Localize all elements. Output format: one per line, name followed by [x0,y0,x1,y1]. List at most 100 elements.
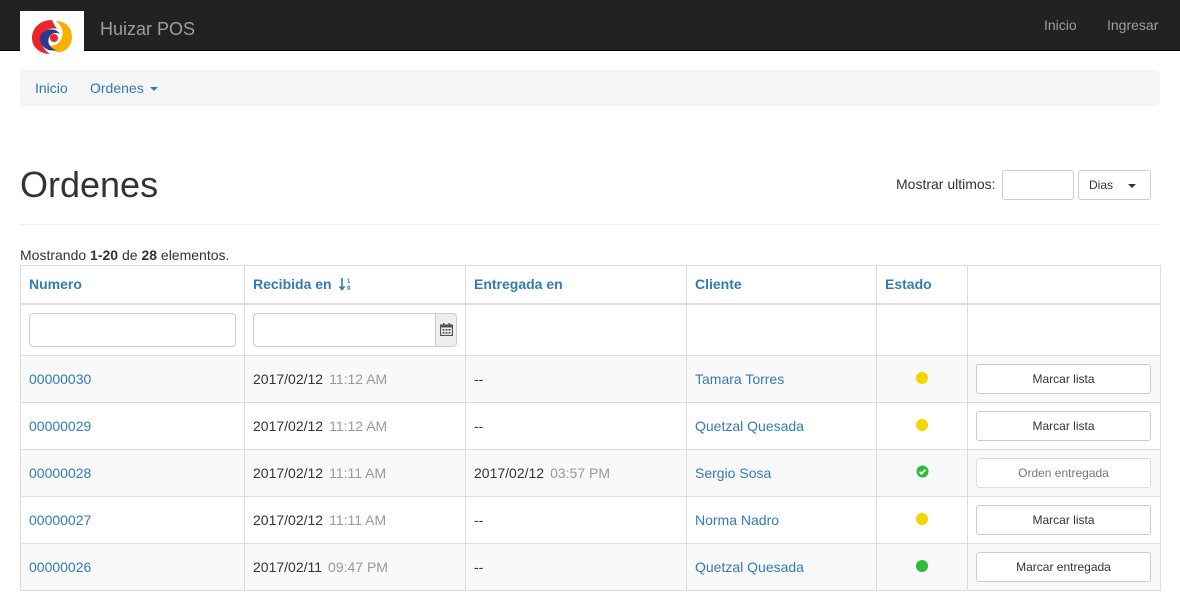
entregada-date: -- [474,559,484,575]
order-number-link[interactable]: 00000027 [29,512,91,528]
entregada-date: 2017/02/12 [474,465,545,481]
calendar-button[interactable] [435,312,457,347]
status-cell [876,449,968,497]
client-link[interactable]: Quetzal Quesada [695,418,804,434]
sort-numeric-asc-icon: 1 9 [339,278,351,292]
cliente-cell: Norma Nadro [686,496,877,544]
column-header-entregada[interactable]: Entregada en [465,265,687,305]
filter-cell [244,303,466,356]
summary-range: 1-20 [90,247,119,263]
table-row: 00000026 2017/02/11 09:47 PM -- Quetzal Ques… [20,543,1161,591]
order-action-button[interactable]: Orden entregada [976,458,1151,488]
recibida-time: 11:11 AM [329,465,387,481]
recibida-cell: 2017/02/12 11:12 AM [244,355,466,403]
nav-link-inicio[interactable]: Inicio [1044,17,1077,33]
order-action-button[interactable]: Marcar lista [976,505,1151,535]
order-number-link[interactable]: 00000026 [29,559,91,575]
order-number-link[interactable]: 00000028 [29,465,91,481]
breadcrumb-ordenes-label: Ordenes [90,80,144,96]
column-header-actions [967,265,1161,305]
client-link[interactable]: Sergio Sosa [695,465,771,481]
entregada-date: -- [474,371,484,387]
client-link[interactable]: Tamara Torres [695,371,784,387]
column-header-recibida[interactable]: Recibida en 1 9 [244,265,466,305]
column-label: Estado [885,276,932,293]
nav-link-ingresar[interactable]: Ingresar [1107,17,1158,33]
column-header-estado[interactable]: Estado [876,265,968,305]
results-summary: Mostrando 1-20 de 28 elementos. [20,247,229,263]
action-cell: Marcar lista [967,355,1161,403]
recibida-date: 2017/02/12 [253,418,324,434]
summary-total: 28 [141,247,158,263]
numero-filter-input[interactable] [29,312,236,347]
show-last-label: Mostrar ultimos: [896,176,996,192]
brand-name[interactable]: Huizar POS [100,19,195,40]
entregada-date: -- [474,512,484,528]
filter-cell [20,303,245,356]
recibida-time: 11:11 AM [329,512,387,528]
calendar-icon [439,323,453,337]
order-number-link[interactable]: 00000030 [29,371,91,387]
days-unit-select[interactable]: Dias [1078,170,1151,200]
filter-cell [686,303,877,356]
status-dot-icon [916,560,928,572]
recibida-date: 2017/02/11 [253,559,323,575]
numero-cell: 00000027 [20,496,245,544]
recibida-filter-input[interactable] [253,312,435,347]
status-dot-icon [916,513,928,525]
table-row: 00000028 2017/02/12 11:11 AM 2017/02/12 03:5… [20,449,1161,497]
action-cell: Orden entregada [967,449,1161,497]
status-cell [876,402,968,450]
recibida-cell: 2017/02/12 11:11 AM [244,449,466,497]
order-action-button[interactable]: Marcar entregada [976,552,1151,582]
column-header-cliente[interactable]: Cliente [686,265,877,305]
status-dot-icon [916,419,928,431]
brand-logo[interactable] [20,11,84,62]
status-cell [876,543,968,591]
filter-cell [876,303,968,356]
order-action-button[interactable]: Marcar lista [976,364,1151,394]
cliente-cell: Quetzal Quesada [686,402,877,450]
entregada-cell: -- [465,402,687,450]
column-label: Recibida en [253,276,332,293]
recibida-date: 2017/02/12 [253,465,324,481]
status-cell [876,355,968,403]
entregada-time: 03:57 PM [550,465,611,481]
days-unit-value: Dias [1089,178,1114,192]
summary-suffix: elementos. [157,247,230,263]
cliente-cell: Quetzal Quesada [686,543,877,591]
entregada-date: -- [474,418,484,434]
date-filter-group [253,312,457,347]
days-count-input[interactable] [1002,170,1074,200]
breadcrumb-inicio[interactable]: Inicio [35,80,68,96]
column-label: Cliente [695,276,742,293]
status-cell [876,496,968,544]
order-number-link[interactable]: 00000029 [29,418,91,434]
numero-cell: 00000029 [20,402,245,450]
chevron-down-icon [1128,184,1136,188]
page-title: Ordenes [20,164,159,205]
column-label: Entregada en [474,276,563,293]
navbar: Huizar POS Inicio Ingresar [0,0,1180,62]
recibida-date: 2017/02/12 [253,371,324,387]
breadcrumb-ordenes-dropdown[interactable]: Ordenes [90,80,158,96]
recibida-cell: 2017/02/12 11:12 AM [244,402,466,450]
table-row: 00000029 2017/02/12 11:12 AM -- Quetzal Ques… [20,402,1161,450]
huizar-logo-icon [32,20,72,54]
client-link[interactable]: Quetzal Quesada [695,559,804,575]
entregada-cell: -- [465,543,687,591]
summary-prefix: Mostrando [20,247,91,263]
cliente-cell: Tamara Torres [686,355,877,403]
column-header-numero[interactable]: Numero [20,265,245,305]
breadcrumb: Inicio / Ordenes [20,70,1160,106]
recibida-cell: 2017/02/11 09:47 PM [244,543,466,591]
table-row: 00000030 2017/02/12 11:12 AM -- Tamara Torre… [20,355,1161,403]
entregada-cell: -- [465,355,687,403]
summary-middle: de [118,247,142,263]
check-circle-icon [916,465,928,478]
client-link[interactable]: Norma Nadro [695,512,779,528]
entregada-cell: 2017/02/12 03:57 PM [465,449,687,497]
filter-cell [967,303,1161,356]
filter-row [20,303,1161,356]
order-action-button[interactable]: Marcar lista [976,411,1151,441]
